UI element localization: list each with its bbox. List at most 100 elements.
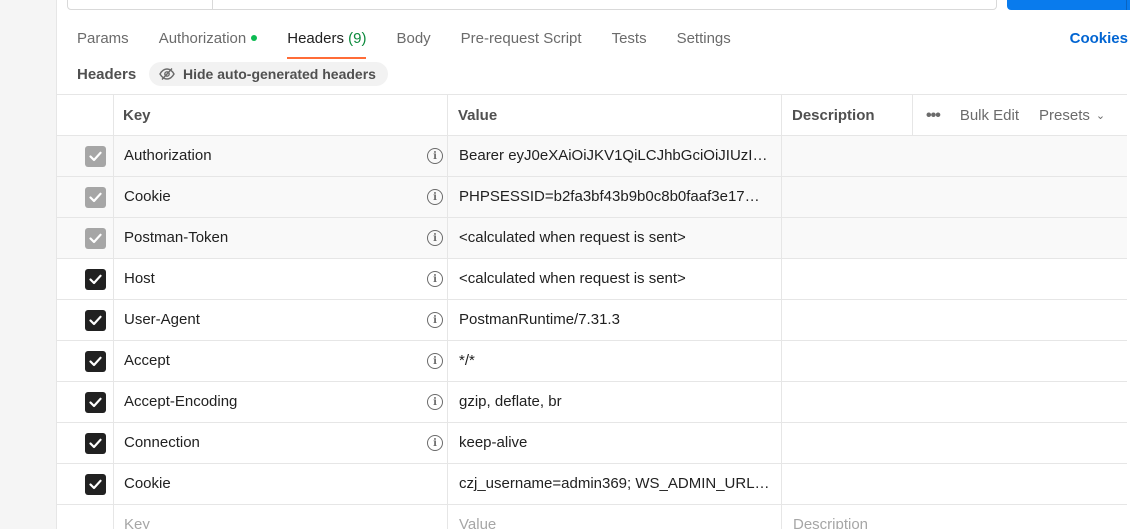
header-key[interactable]: Postman-Token xyxy=(124,218,414,258)
column-divider xyxy=(447,464,448,504)
bulk-edit-button[interactable]: Bulk Edit xyxy=(960,107,1019,124)
table-row: Cookie i PHPSESSID=b2fa3bf43b9b0c8b0faaf3e… xyxy=(57,177,1127,218)
column-divider xyxy=(781,95,782,136)
header-key[interactable]: Authorization xyxy=(124,136,414,176)
key-input[interactable]: Key xyxy=(124,515,414,529)
header-enabled-checkbox[interactable] xyxy=(85,228,106,249)
column-divider xyxy=(447,423,448,463)
column-divider xyxy=(113,95,114,136)
tab-label: Tests xyxy=(611,30,647,47)
table-row: Accept-Encoding i gzip, deflate, br xyxy=(57,382,1127,423)
table-row: Host i <calculated when request is sent> xyxy=(57,259,1127,300)
tab-settings[interactable]: Settings xyxy=(677,28,731,59)
table-row: Authorization i Bearer eyJ0eXAiOiJKV1QiLCJ… xyxy=(57,136,1127,177)
header-enabled-checkbox[interactable] xyxy=(85,187,106,208)
column-divider xyxy=(447,300,448,340)
check-icon xyxy=(89,315,102,326)
column-divider xyxy=(781,423,782,463)
header-value[interactable]: PostmanRuntime/7.31.3 xyxy=(459,300,775,340)
chevron-down-icon: ⌄ xyxy=(1095,110,1106,122)
request-panel: Params Authorization Headers (9) Body Pre-re… xyxy=(56,0,1130,529)
tab-authorization[interactable]: Authorization xyxy=(159,28,258,59)
table-header: Key Value Description ••• Bulk Edit Pres… xyxy=(57,94,1127,136)
info-icon[interactable]: i xyxy=(427,189,443,205)
tab-label: Authorization xyxy=(158,30,247,47)
column-divider xyxy=(113,423,114,463)
tab-headers[interactable]: Headers (9) xyxy=(287,28,367,59)
column-divider xyxy=(113,177,114,217)
url-input-bar[interactable] xyxy=(67,0,997,10)
column-divider xyxy=(447,382,448,422)
header-value[interactable]: PHPSESSID=b2fa3bf43b9b0c8b0faaf3e17… xyxy=(459,177,775,217)
send-button[interactable] xyxy=(1007,0,1130,10)
header-key[interactable]: Accept-Encoding xyxy=(124,382,414,422)
column-divider xyxy=(781,382,782,422)
table-actions: ••• Bulk Edit Presets ⌄ xyxy=(912,95,1105,136)
info-icon[interactable]: i xyxy=(427,435,443,451)
header-value[interactable]: <calculated when request is sent> xyxy=(459,259,775,299)
table-row: Cookie czj_username=admin369; WS_ADMIN_UR… xyxy=(57,464,1127,505)
tab-label: Headers xyxy=(287,30,344,47)
header-enabled-checkbox[interactable] xyxy=(85,474,106,495)
column-divider xyxy=(447,136,448,176)
info-icon[interactable]: i xyxy=(427,148,443,164)
header-value[interactable]: keep-alive xyxy=(459,423,775,463)
column-divider xyxy=(781,300,782,340)
hide-auto-generated-headers-button[interactable]: Hide auto-generated headers xyxy=(149,62,388,86)
table-row: Connection i keep-alive xyxy=(57,423,1127,464)
info-icon[interactable]: i xyxy=(427,353,443,369)
header-value[interactable]: gzip, deflate, br xyxy=(459,382,775,422)
tab-body[interactable]: Body xyxy=(396,28,430,59)
table-row-placeholder: Key Value Description xyxy=(57,505,1127,529)
header-key[interactable]: Cookie xyxy=(124,177,414,217)
eye-off-icon xyxy=(159,68,175,80)
check-icon xyxy=(89,397,102,408)
header-value[interactable]: <calculated when request is sent> xyxy=(459,218,775,258)
tab-label: Settings xyxy=(676,30,731,47)
header-key[interactable]: Host xyxy=(124,259,414,299)
info-icon[interactable]: i xyxy=(427,230,443,246)
check-icon xyxy=(89,479,102,490)
header-enabled-checkbox[interactable] xyxy=(85,310,106,331)
send-button-split xyxy=(1126,0,1127,10)
header-key[interactable]: Accept xyxy=(124,341,414,381)
header-value[interactable]: */* xyxy=(459,341,775,381)
header-enabled-checkbox[interactable] xyxy=(85,392,106,413)
info-icon[interactable]: i xyxy=(427,394,443,410)
info-icon[interactable]: i xyxy=(427,312,443,328)
tab-params[interactable]: Params xyxy=(77,28,129,59)
header-value[interactable]: czj_username=admin369; WS_ADMIN_URL… xyxy=(459,464,775,504)
column-divider xyxy=(447,505,448,529)
cookies-link[interactable]: Cookies xyxy=(1070,30,1128,47)
column-divider xyxy=(447,341,448,381)
status-dot-icon xyxy=(251,35,258,42)
presets-label: Presets xyxy=(1039,107,1090,124)
value-input[interactable]: Value xyxy=(459,515,775,529)
header-enabled-checkbox[interactable] xyxy=(85,433,106,454)
column-divider xyxy=(113,259,114,299)
presets-dropdown[interactable]: Presets ⌄ xyxy=(1039,107,1105,124)
request-tabs: Params Authorization Headers (9) Body Pre-re… xyxy=(77,28,761,59)
header-key[interactable]: User-Agent xyxy=(124,300,414,340)
headers-section-label: Headers xyxy=(77,66,137,83)
left-sidebar-gutter xyxy=(0,0,56,529)
tab-tests[interactable]: Tests xyxy=(612,28,647,59)
header-enabled-checkbox[interactable] xyxy=(85,146,106,167)
column-divider xyxy=(113,300,114,340)
header-enabled-checkbox[interactable] xyxy=(85,269,106,290)
tab-label: Pre-request Script xyxy=(460,30,582,47)
column-divider xyxy=(781,464,782,504)
header-enabled-checkbox[interactable] xyxy=(85,351,106,372)
header-key[interactable]: Cookie xyxy=(124,464,414,504)
check-icon xyxy=(89,151,102,162)
column-header-value: Value xyxy=(458,107,498,124)
info-icon[interactable]: i xyxy=(427,271,443,287)
more-options-icon[interactable]: ••• xyxy=(926,107,941,125)
column-divider xyxy=(113,341,114,381)
description-input[interactable]: Description xyxy=(793,515,1113,529)
check-icon xyxy=(89,192,102,203)
column-divider xyxy=(781,177,782,217)
header-key[interactable]: Connection xyxy=(124,423,414,463)
header-value[interactable]: Bearer eyJ0eXAiOiJKV1QiLCJhbGciOiJIUzI… xyxy=(459,136,775,176)
tab-pre-request-script[interactable]: Pre-request Script xyxy=(461,28,582,59)
